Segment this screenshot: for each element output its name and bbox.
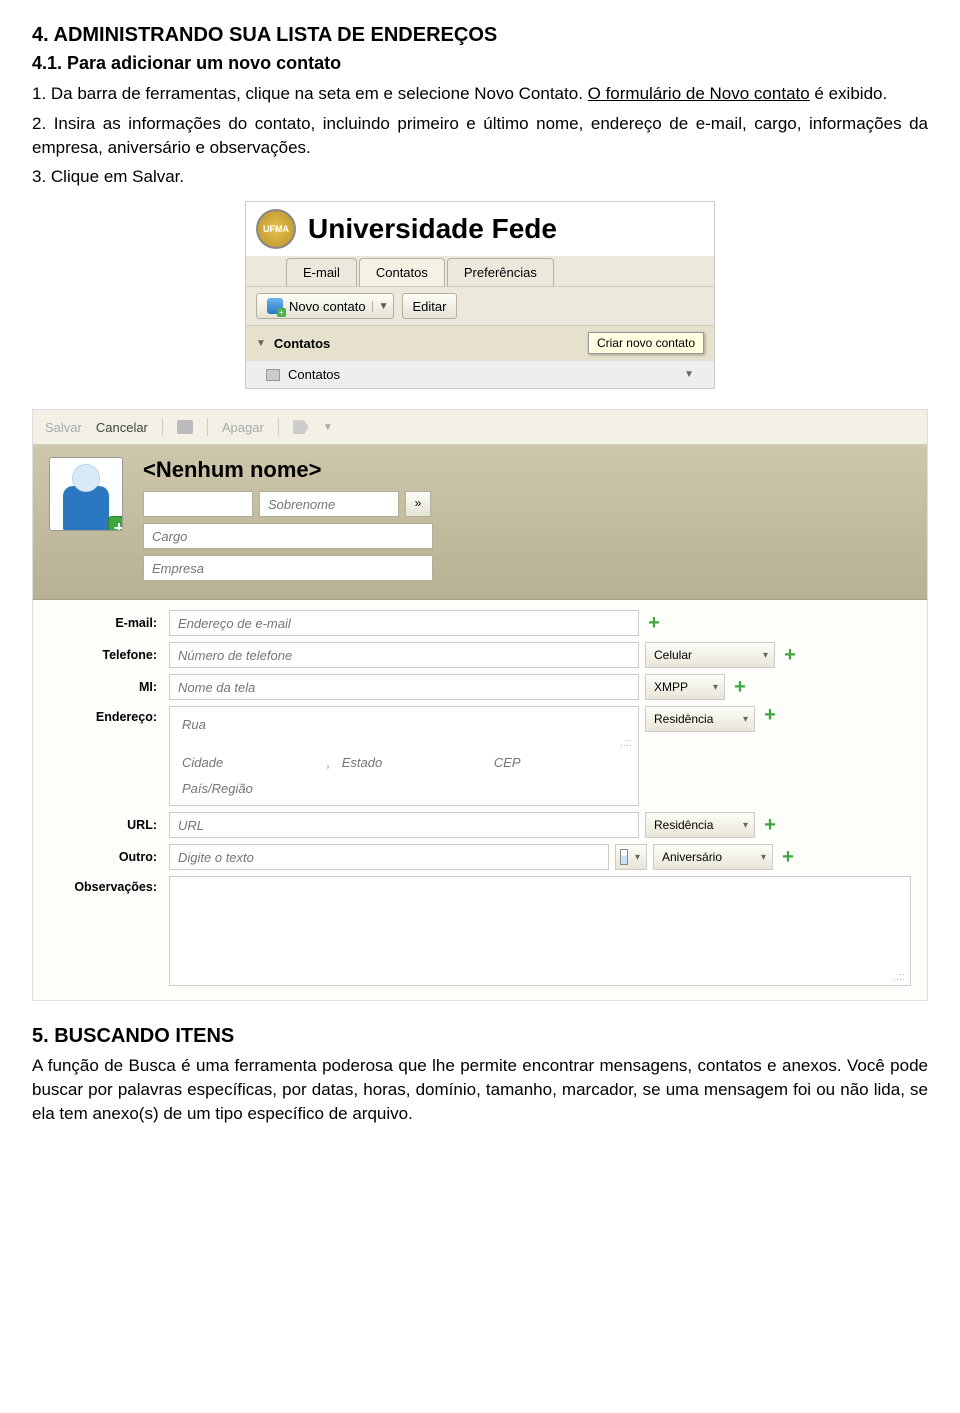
add-url-button[interactable]: + [761, 816, 779, 834]
other-type-select[interactable]: Aniversário [653, 844, 773, 870]
novo-contato-link[interactable]: O formulário de Novo contato [588, 84, 810, 103]
folder-header-label: Contatos [274, 336, 330, 351]
contact-form-fields: E-mail: + Telefone: Celular + MI: XMPP +… [33, 600, 927, 1000]
phone-type-select[interactable]: Celular [645, 642, 775, 668]
expand-name-button[interactable]: » [405, 491, 431, 517]
section-5-title: 5. BUSCANDO ITENS [32, 1025, 928, 1048]
notes-field[interactable]: ..:: [169, 876, 911, 986]
url-field[interactable] [169, 812, 639, 838]
country-field[interactable] [174, 775, 634, 801]
main-tabs: E-mail Contatos Preferências [246, 256, 714, 286]
add-mi-button[interactable]: + [731, 678, 749, 696]
company-field[interactable] [143, 555, 433, 581]
tab-preferences[interactable]: Preferências [447, 258, 554, 286]
para1-text-a: 1. Da barra de ferramentas, clique na se… [32, 84, 588, 103]
address-group: ..:: , [169, 706, 639, 806]
chevron-down-icon[interactable]: ▼ [684, 369, 694, 380]
contact-avatar[interactable]: + [49, 457, 123, 531]
paragraph-3: 3. Clique em Salvar. [32, 165, 928, 189]
ufma-logo-icon: UFMA [256, 209, 296, 249]
city-field[interactable] [174, 749, 322, 775]
person-add-icon: + [267, 298, 283, 314]
address-type-select[interactable]: Residência [645, 706, 755, 732]
screenshot-contacts-toolbar: UFMA Universidade Fede E-mail Contatos P… [245, 201, 715, 389]
print-icon[interactable] [177, 420, 193, 434]
add-phone-button[interactable]: + [781, 646, 799, 664]
delete-button[interactable]: Apagar [222, 420, 264, 435]
comma-separator: , [326, 755, 330, 770]
para1-text-b: é exibido. [810, 84, 888, 103]
phone-label: Telefone: [49, 648, 169, 662]
address-label: Endereço: [49, 706, 169, 724]
resize-handle-icon[interactable]: ..:: [174, 737, 634, 749]
email-label: E-mail: [49, 616, 169, 630]
form-toolbar: Salvar Cancelar Apagar ▼ [33, 410, 927, 445]
mi-label: MI: [49, 680, 169, 694]
folder-header-row: ▼ Contatos Criar novo contato [246, 325, 714, 360]
mi-type-select[interactable]: XMPP [645, 674, 725, 700]
job-title-field[interactable] [143, 523, 433, 549]
collapse-icon[interactable]: ▼ [256, 338, 266, 349]
phone-field[interactable] [169, 642, 639, 668]
folder-item-contatos[interactable]: Contatos ▼ [246, 360, 714, 388]
email-field[interactable] [169, 610, 639, 636]
tab-contacts[interactable]: Contatos [359, 258, 445, 286]
chevron-down-icon[interactable]: ▼ [372, 301, 389, 312]
new-contact-button[interactable]: + Novo contato ▼ [256, 293, 394, 319]
edit-button[interactable]: Editar [402, 293, 458, 319]
other-field[interactable] [169, 844, 609, 870]
calendar-icon [620, 849, 628, 865]
state-field[interactable] [334, 749, 482, 775]
add-other-button[interactable]: + [779, 848, 797, 866]
last-name-field[interactable] [259, 491, 399, 517]
cancel-button[interactable]: Cancelar [96, 420, 148, 435]
mi-field[interactable] [169, 674, 639, 700]
zip-field[interactable] [486, 749, 634, 775]
chevron-down-icon[interactable]: ▼ [323, 422, 333, 433]
avatar-head-icon [72, 464, 100, 492]
separator [207, 418, 208, 436]
first-name-field[interactable] [143, 491, 253, 517]
app-titlebar: UFMA Universidade Fede [246, 202, 714, 256]
paragraph-2: 2. Insira as informações do contato, inc… [32, 112, 928, 160]
separator [162, 418, 163, 436]
add-address-button[interactable]: + [761, 706, 779, 724]
resize-handle-icon[interactable]: ..:: [893, 971, 907, 983]
tab-email[interactable]: E-mail [286, 258, 357, 286]
notes-label: Observações: [49, 876, 169, 894]
street-field[interactable] [174, 711, 634, 737]
tooltip-create-contact: Criar novo contato [588, 332, 704, 354]
contact-hero: + <Nenhum nome> » [33, 445, 927, 600]
url-label: URL: [49, 818, 169, 832]
folder-item-label: Contatos [288, 367, 340, 382]
tag-icon[interactable] [293, 420, 309, 434]
plus-icon: + [108, 516, 123, 531]
address-book-icon [266, 369, 280, 381]
app-title: Universidade Fede [308, 213, 557, 245]
save-button[interactable]: Salvar [45, 420, 82, 435]
add-email-button[interactable]: + [645, 614, 663, 632]
paragraph-1: 1. Da barra de ferramentas, clique na se… [32, 82, 928, 106]
paragraph-5: A função de Busca é uma ferramenta poder… [32, 1054, 928, 1125]
section-4-1-title: 4.1. Para adicionar um novo contato [32, 53, 928, 74]
section-4-title: 4. ADMINISTRANDO SUA LISTA DE ENDEREÇOS [32, 24, 928, 47]
contact-display-name: <Nenhum nome> [143, 457, 911, 483]
new-contact-label: Novo contato [289, 299, 366, 314]
screenshot-contact-form: Salvar Cancelar Apagar ▼ + <Nenhum nome>… [32, 409, 928, 1001]
other-label: Outro: [49, 850, 169, 864]
avatar-body-icon [63, 486, 109, 531]
separator [278, 418, 279, 436]
url-type-select[interactable]: Residência [645, 812, 755, 838]
contacts-toolbar: + Novo contato ▼ Editar [246, 286, 714, 325]
date-picker-button[interactable] [615, 844, 647, 870]
